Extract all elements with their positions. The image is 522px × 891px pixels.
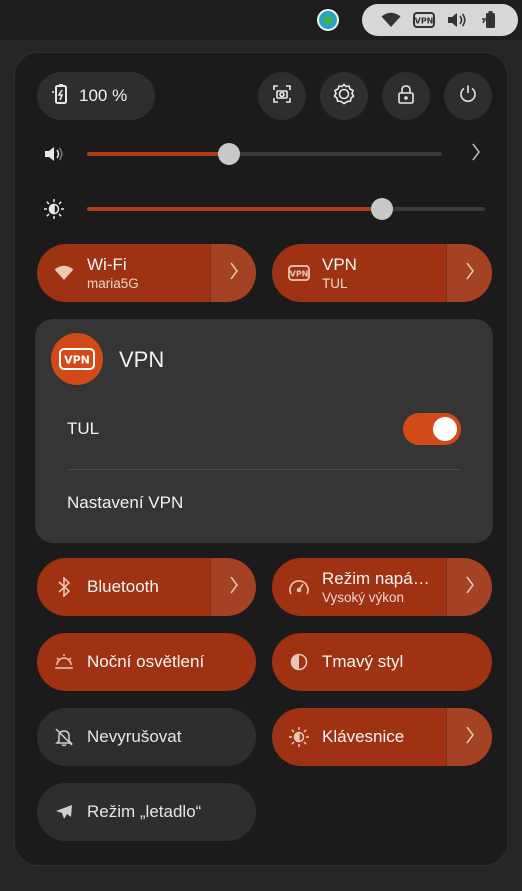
screenshot-button[interactable]: [258, 72, 306, 120]
settings-icon: [333, 82, 355, 110]
battery-icon: [51, 83, 69, 110]
chevron-right-icon: [465, 725, 475, 750]
night-light-icon: [53, 651, 75, 673]
night-light-title: Noční osvětlení: [87, 652, 205, 671]
app-indicator-icon[interactable]: [317, 9, 339, 31]
vpn-submenu-title: VPN: [119, 347, 165, 372]
audio-output-menu-button[interactable]: [465, 142, 487, 166]
power-mode-menu-button[interactable]: [446, 558, 492, 616]
lock-button[interactable]: [382, 72, 430, 120]
battery-status[interactable]: 100 %: [37, 72, 155, 120]
volume-icon: [446, 9, 468, 31]
power-button[interactable]: [444, 72, 492, 120]
volume-slider[interactable]: [87, 143, 442, 165]
power-icon: [458, 84, 478, 109]
wifi-icon: [380, 9, 402, 31]
do-not-disturb-title: Nevyrušovat: [87, 727, 182, 746]
bluetooth-icon: [53, 576, 75, 598]
vpn-submenu: VPN VPN TUL Nastavení VPN: [35, 319, 493, 543]
brightness-slider[interactable]: [87, 198, 485, 220]
power-mode-tile[interactable]: Režim napá… Vysoký výkon: [272, 558, 492, 616]
volume-icon[interactable]: [43, 143, 65, 165]
keyboard-title: Klávesnice: [322, 727, 405, 746]
dark-style-title: Tmavý styl: [322, 652, 404, 671]
power-mode-title: Režim napá…: [322, 569, 430, 588]
settings-button[interactable]: [320, 72, 368, 120]
bell-off-icon: [53, 726, 75, 748]
brightness-slider-fill: [87, 207, 382, 211]
night-light-tile[interactable]: Noční osvětlení: [37, 633, 256, 691]
keyboard-backlight-icon: [288, 726, 310, 748]
airplane-mode-title: Režim „letadlo“: [87, 802, 202, 821]
dark-style-tile[interactable]: Tmavý styl: [272, 633, 492, 691]
keyboard-menu-button[interactable]: [446, 708, 492, 766]
volume-slider-knob[interactable]: [218, 143, 240, 165]
screenshot-icon: [272, 84, 292, 109]
dark-style-icon: [288, 651, 310, 673]
power-mode-value: Vysoký výkon: [322, 590, 405, 605]
vpn-connection-toggle[interactable]: [403, 413, 461, 445]
vpn-badge-text: VPN: [64, 354, 90, 367]
vpn-icon: VPN: [288, 262, 310, 284]
wifi-menu-button[interactable]: [210, 244, 256, 302]
system-status-menu[interactable]: VPN: [362, 4, 518, 36]
battery-icon: [479, 9, 501, 31]
wifi-title: Wi-Fi: [87, 255, 127, 274]
volume-slider-fill: [87, 152, 229, 156]
svg-text:VPN: VPN: [290, 270, 309, 279]
keyboard-tile[interactable]: Klávesnice: [272, 708, 492, 766]
divider: [67, 469, 461, 470]
vpn-icon: VPN: [412, 9, 435, 31]
battery-label: 100 %: [79, 86, 128, 105]
toggle-knob: [433, 417, 457, 441]
vpn-title: VPN: [322, 255, 357, 274]
bluetooth-title: Bluetooth: [87, 577, 159, 596]
chevron-right-icon: [465, 575, 475, 600]
airplane-icon: [53, 801, 75, 823]
wifi-tile[interactable]: Wi-Fi maria5G: [37, 244, 256, 302]
vpn-connection-label[interactable]: TUL: [67, 419, 99, 439]
vpn-settings-item[interactable]: Nastavení VPN: [67, 493, 183, 513]
top-bar: VPN: [0, 0, 522, 40]
quick-settings-panel: 100 % Wi-Fi maria5G VPN VPN TUL VPN VPN …: [14, 52, 508, 866]
bluetooth-tile[interactable]: Bluetooth: [37, 558, 256, 616]
chevron-right-icon: [229, 261, 239, 286]
wifi-icon: [53, 262, 75, 284]
vpn-connection: TUL: [322, 276, 348, 291]
vpn-tile[interactable]: VPN VPN TUL: [272, 244, 492, 302]
brightness-icon: [43, 198, 65, 220]
svg-text:VPN: VPN: [414, 17, 433, 26]
chevron-right-icon: [471, 142, 481, 167]
wifi-network: maria5G: [87, 276, 139, 291]
chevron-right-icon: [229, 575, 239, 600]
vpn-badge-icon: VPN: [51, 333, 103, 385]
vpn-menu-button[interactable]: [446, 244, 492, 302]
airplane-mode-tile[interactable]: Režim „letadlo“: [37, 783, 256, 841]
brightness-slider-knob[interactable]: [370, 198, 393, 220]
bluetooth-menu-button[interactable]: [210, 558, 256, 616]
lock-icon: [397, 84, 415, 109]
do-not-disturb-tile[interactable]: Nevyrušovat: [37, 708, 256, 766]
chevron-right-icon: [465, 261, 475, 286]
speedometer-icon: [288, 576, 310, 598]
